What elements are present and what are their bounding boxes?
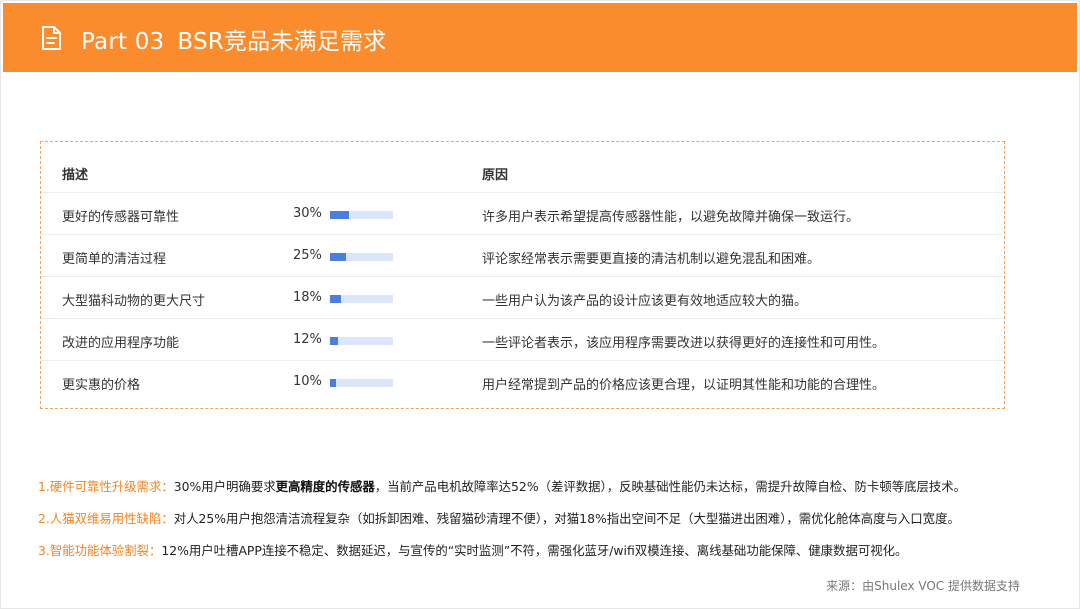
note-text: 30%用户明确要求 bbox=[173, 479, 276, 494]
header-bar: Part 03 BSR竞品未满足需求 bbox=[3, 3, 1077, 72]
insight-note: 1.硬件可靠性升级需求：30%用户明确要求更高精度的传感器，当前产品电机故障率达… bbox=[38, 477, 1048, 509]
row-reason: 许多用户表示希望提高传感器性能，以避免故障并确保一致运行。 bbox=[482, 210, 860, 225]
percent-bar-fill bbox=[330, 337, 338, 345]
title-text: BSR竞品未满足需求 bbox=[177, 29, 387, 55]
note-text-after: ，当前产品电机故障率达52%（差评数据），反映基础性能仍未达标，需提升故障自检、… bbox=[374, 479, 967, 494]
row-percent-label: 12% bbox=[293, 332, 322, 347]
row-reason: 评论家经常表示需要更直接的清洁机制以避免混乱和困难。 bbox=[482, 252, 821, 267]
row-reason: 一些用户认为该产品的设计应该更有效地适应较大的猫。 bbox=[482, 294, 808, 309]
table-header: 描述 原因 bbox=[41, 142, 1004, 192]
percent-bar-fill bbox=[330, 253, 346, 261]
column-header-reason: 原因 bbox=[482, 168, 509, 183]
note-text: 对人25%用户抱怨清洁流程复杂（如拆卸困难、残留猫砂清理不便），对猫18%指出空… bbox=[173, 511, 960, 526]
insight-note: 2.人猫双维易用性缺陷：对人25%用户抱怨清洁流程复杂（如拆卸困难、残留猫砂清理… bbox=[38, 509, 1048, 541]
table-row: 更简单的清洁过程 25% 评论家经常表示需要更直接的清洁机制以避免混乱和困难。 bbox=[41, 234, 1004, 276]
row-percent-label: 30% bbox=[293, 206, 322, 221]
row-percent-label: 10% bbox=[293, 374, 322, 389]
row-description: 更好的传感器可靠性 bbox=[62, 210, 180, 225]
source-citation: 来源：由Shulex VOC 提供数据支持 bbox=[826, 579, 1020, 593]
table-row: 更实惠的价格 10% 用户经常提到产品的价格应该更合理，以证明其性能和功能的合理… bbox=[41, 360, 1004, 402]
note-label: 1.硬件可靠性升级需求： bbox=[38, 479, 174, 494]
insight-note: 3.智能功能体验割裂：12%用户吐槽APP连接不稳定、数据延迟，与宣传的“实时监… bbox=[38, 541, 1048, 573]
row-reason: 用户经常提到产品的价格应该更合理，以证明其性能和功能的合理性。 bbox=[482, 378, 886, 393]
note-text: 12%用户吐槽APP连接不稳定、数据延迟，与宣传的“实时监测”不符，需强化蓝牙/… bbox=[161, 543, 908, 558]
table-row: 更好的传感器可靠性 30% 许多用户表示希望提高传感器性能，以避免故障并确保一致… bbox=[41, 192, 1004, 234]
percent-bar-track bbox=[330, 379, 393, 387]
insight-notes: 1.硬件可靠性升级需求：30%用户明确要求更高精度的传感器，当前产品电机故障率达… bbox=[38, 477, 1048, 573]
note-label: 3.智能功能体验割裂： bbox=[38, 543, 162, 558]
row-reason: 一些评论者表示，该应用程序需要改进以获得更好的连接性和可用性。 bbox=[482, 336, 886, 351]
row-description: 改进的应用程序功能 bbox=[62, 336, 180, 351]
column-header-description: 描述 bbox=[62, 168, 89, 183]
row-description: 大型猫科动物的更大尺寸 bbox=[62, 294, 206, 309]
note-emphasis: 更高精度的传感器 bbox=[275, 479, 375, 494]
document-icon bbox=[42, 26, 61, 50]
percent-bar-track bbox=[330, 295, 393, 303]
percent-bar-track bbox=[330, 211, 393, 219]
row-description: 更实惠的价格 bbox=[62, 378, 141, 393]
part-number: Part 03 bbox=[81, 29, 165, 55]
percent-bar-fill bbox=[330, 295, 342, 303]
row-description: 更简单的清洁过程 bbox=[62, 252, 167, 267]
percent-bar-fill bbox=[330, 211, 349, 219]
needs-table: 描述 原因 更好的传感器可靠性 30% 许多用户表示希望提高传感器性能，以避免故… bbox=[40, 141, 1005, 409]
percent-bar-fill bbox=[330, 379, 337, 387]
row-percent-label: 18% bbox=[293, 290, 322, 305]
table-row: 大型猫科动物的更大尺寸 18% 一些用户认为该产品的设计应该更有效地适应较大的猫… bbox=[41, 276, 1004, 318]
percent-bar-track bbox=[330, 253, 393, 261]
note-label: 2.人猫双维易用性缺陷： bbox=[38, 511, 174, 526]
page-title: Part 03 BSR竞品未满足需求 bbox=[81, 22, 386, 56]
percent-bar-track bbox=[330, 337, 393, 345]
table-row: 改进的应用程序功能 12% 一些评论者表示，该应用程序需要改进以获得更好的连接性… bbox=[41, 318, 1004, 360]
row-percent-label: 25% bbox=[293, 248, 322, 263]
